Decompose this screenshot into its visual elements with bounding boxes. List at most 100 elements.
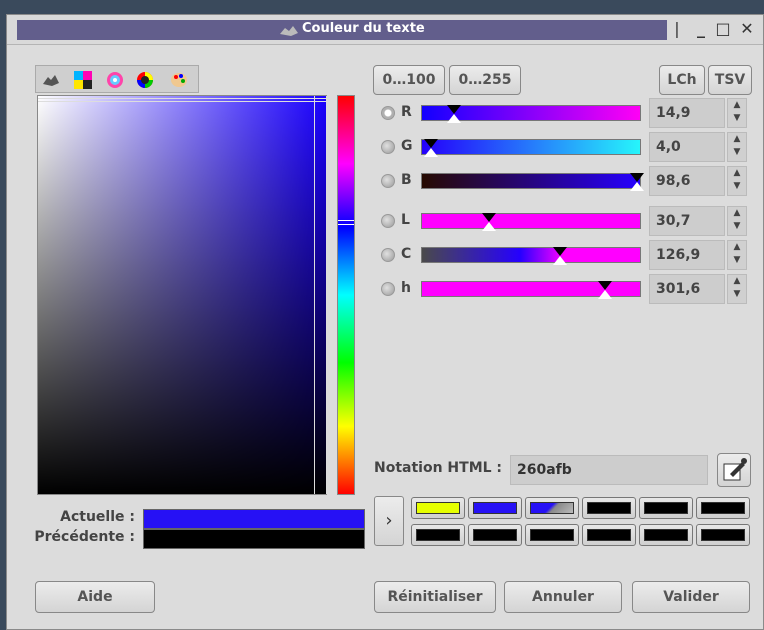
channel-slider[interactable]	[421, 139, 641, 157]
history-color[interactable]	[582, 497, 636, 519]
spin-buttons[interactable]: ▲ ▼	[727, 166, 747, 196]
channel-value-input[interactable]: 14,9	[649, 98, 725, 128]
picker-crosshair-h	[38, 98, 326, 99]
channel-label: C	[401, 246, 412, 262]
reset-button[interactable]: Réinitialiser	[374, 581, 496, 613]
cmyk-icon[interactable]	[74, 71, 92, 89]
channel-label: G	[401, 138, 413, 154]
history-color[interactable]	[525, 497, 579, 519]
history-color[interactable]	[582, 524, 636, 546]
ok-button[interactable]: Valider	[632, 581, 750, 613]
spin-buttons[interactable]: ▲ ▼	[727, 132, 747, 162]
title-bar[interactable]: Couleur du texte | _ □ ✕	[7, 15, 763, 45]
picker-crosshair-h2	[38, 101, 326, 102]
channel-value-input[interactable]: 126,9	[649, 240, 725, 270]
history-swatch	[587, 502, 631, 514]
channel-slider[interactable]	[421, 247, 641, 265]
watercolor-icon[interactable]	[106, 71, 124, 89]
history-color[interactable]	[411, 497, 465, 519]
range-0-100-button[interactable]: 0…100	[373, 65, 445, 95]
spin-down-icon[interactable]: ▼	[728, 254, 746, 267]
history-toggle-button[interactable]: ›	[374, 496, 404, 546]
hue-strip[interactable]	[337, 95, 355, 495]
spin-buttons[interactable]: ▲ ▼	[727, 206, 747, 236]
spin-down-icon[interactable]: ▼	[728, 112, 746, 125]
history-color[interactable]	[411, 524, 465, 546]
history-swatch	[644, 502, 688, 514]
channel-radio[interactable]	[381, 140, 395, 154]
channel-radio[interactable]	[381, 248, 395, 262]
hue-marker[interactable]	[338, 220, 354, 221]
html-notation-input[interactable]: 260afb	[510, 455, 708, 485]
channel-label: R	[401, 104, 412, 120]
spin-down-icon[interactable]: ▼	[728, 288, 746, 301]
spin-up-icon[interactable]: ▲	[728, 133, 746, 146]
slider-handle[interactable]	[629, 173, 644, 191]
channel-value-input[interactable]: 301,6	[649, 274, 725, 304]
history-color[interactable]	[468, 497, 522, 519]
minimize-button[interactable]: _	[691, 19, 711, 39]
history-swatch	[587, 529, 631, 541]
history-color[interactable]	[639, 497, 693, 519]
channel-value-input[interactable]: 30,7	[649, 206, 725, 236]
history-swatch	[473, 529, 517, 541]
gimp-icon[interactable]	[42, 71, 60, 89]
history-swatch	[416, 529, 460, 541]
history-color[interactable]	[639, 524, 693, 546]
spin-up-icon[interactable]: ▲	[728, 167, 746, 180]
cancel-button[interactable]: Annuler	[504, 581, 622, 613]
channel-radio[interactable]	[381, 282, 395, 296]
slider-handle[interactable]	[423, 139, 438, 157]
channel-value-input[interactable]: 98,6	[649, 166, 725, 196]
spin-down-icon[interactable]: ▼	[728, 180, 746, 193]
current-color-swatch	[143, 509, 365, 529]
wheel-icon[interactable]	[136, 71, 154, 89]
spin-up-icon[interactable]: ▲	[728, 99, 746, 112]
channel-slider[interactable]	[421, 213, 641, 231]
history-swatch	[416, 502, 460, 514]
spin-up-icon[interactable]: ▲	[728, 275, 746, 288]
spin-up-icon[interactable]: ▲	[728, 241, 746, 254]
slider-handle[interactable]	[481, 213, 496, 231]
lch-button[interactable]: LCh	[659, 65, 705, 95]
channel-slider[interactable]	[421, 281, 641, 299]
channel-radio[interactable]	[381, 106, 395, 120]
spin-buttons[interactable]: ▲ ▼	[727, 274, 747, 304]
history-color[interactable]	[696, 524, 750, 546]
previous-color-swatch	[143, 529, 365, 549]
spin-up-icon[interactable]: ▲	[728, 207, 746, 220]
history-color[interactable]	[696, 497, 750, 519]
history-color[interactable]	[468, 524, 522, 546]
spin-buttons[interactable]: ▲ ▼	[727, 98, 747, 128]
slider-handle[interactable]	[447, 105, 462, 123]
hue-marker-2	[338, 224, 354, 225]
slider-row-h: h 301,6 ▲ ▼	[377, 274, 749, 304]
history-color[interactable]	[525, 524, 579, 546]
channel-slider[interactable]	[421, 173, 644, 191]
history-swatch	[701, 502, 745, 514]
close-button[interactable]: ✕	[737, 19, 757, 39]
history-swatch	[530, 502, 574, 514]
slider-handle[interactable]	[597, 281, 612, 299]
picker-crosshair-v2	[326, 96, 327, 494]
palette-icon[interactable]	[170, 71, 188, 89]
gimp-icon	[280, 26, 298, 36]
range-0-255-button[interactable]: 0…255	[449, 65, 521, 95]
spin-down-icon[interactable]: ▼	[728, 220, 746, 233]
slider-row-b: B 98,6 ▲ ▼	[377, 166, 749, 196]
spin-buttons[interactable]: ▲ ▼	[727, 240, 747, 270]
spin-down-icon[interactable]: ▼	[728, 146, 746, 159]
html-notation-label: Notation HTML :	[374, 460, 503, 476]
channel-radio[interactable]	[381, 174, 395, 188]
color-picker-button[interactable]	[717, 453, 751, 487]
channel-slider[interactable]	[421, 105, 641, 123]
tsv-button[interactable]: TSV	[708, 65, 752, 95]
eyedropper-icon	[723, 458, 747, 481]
help-button[interactable]: Aide	[35, 581, 155, 613]
channel-radio[interactable]	[381, 214, 395, 228]
saturation-value-picker[interactable]	[37, 95, 327, 495]
slider-handle[interactable]	[553, 247, 568, 265]
channel-value-input[interactable]: 4,0	[649, 132, 725, 162]
maximize-button[interactable]: □	[713, 19, 733, 39]
restore-icon[interactable]: |	[667, 19, 687, 39]
